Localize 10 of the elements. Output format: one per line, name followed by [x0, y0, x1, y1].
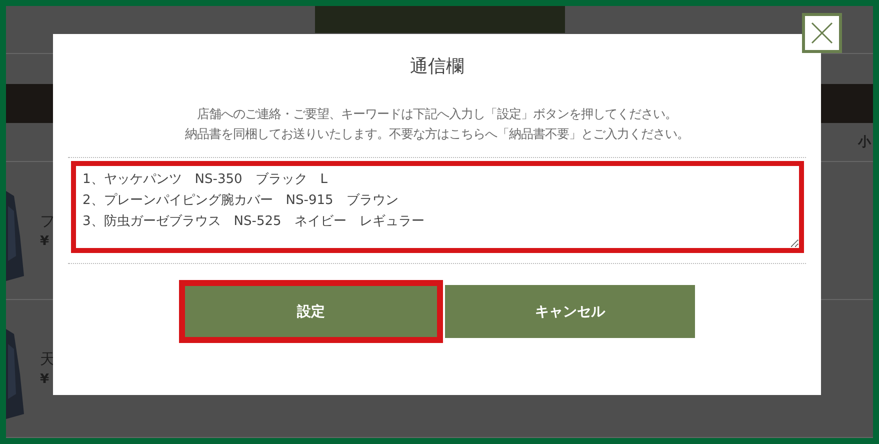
cancel-button[interactable]: キャンセル [445, 285, 695, 338]
instruction-text: 店舗へのご連絡・ご要望、キーワードは下記へ入力し「設定」ボタンを押してください。 [197, 106, 677, 123]
instruction-text: 納品書を同梱してお送りいたします。不要な方はこちらへ「納品書不要」とご入力ください。 [185, 126, 689, 143]
dialog-title: 通信欄 [410, 55, 464, 78]
product-price: ¥ [40, 372, 50, 387]
message-field[interactable]: 1、ヤッケパンツ NS-350 ブラック L 2、プレーンパイピング腕カバー NS-915 ブラウン 3、防虫ガーゼブラウス NS-525 ネイビー レギュラー [70, 161, 804, 253]
close-button[interactable] [802, 13, 842, 53]
product-price: ¥ [40, 234, 50, 249]
close-icon [811, 22, 833, 44]
set-button[interactable]: 設定 [179, 280, 443, 343]
